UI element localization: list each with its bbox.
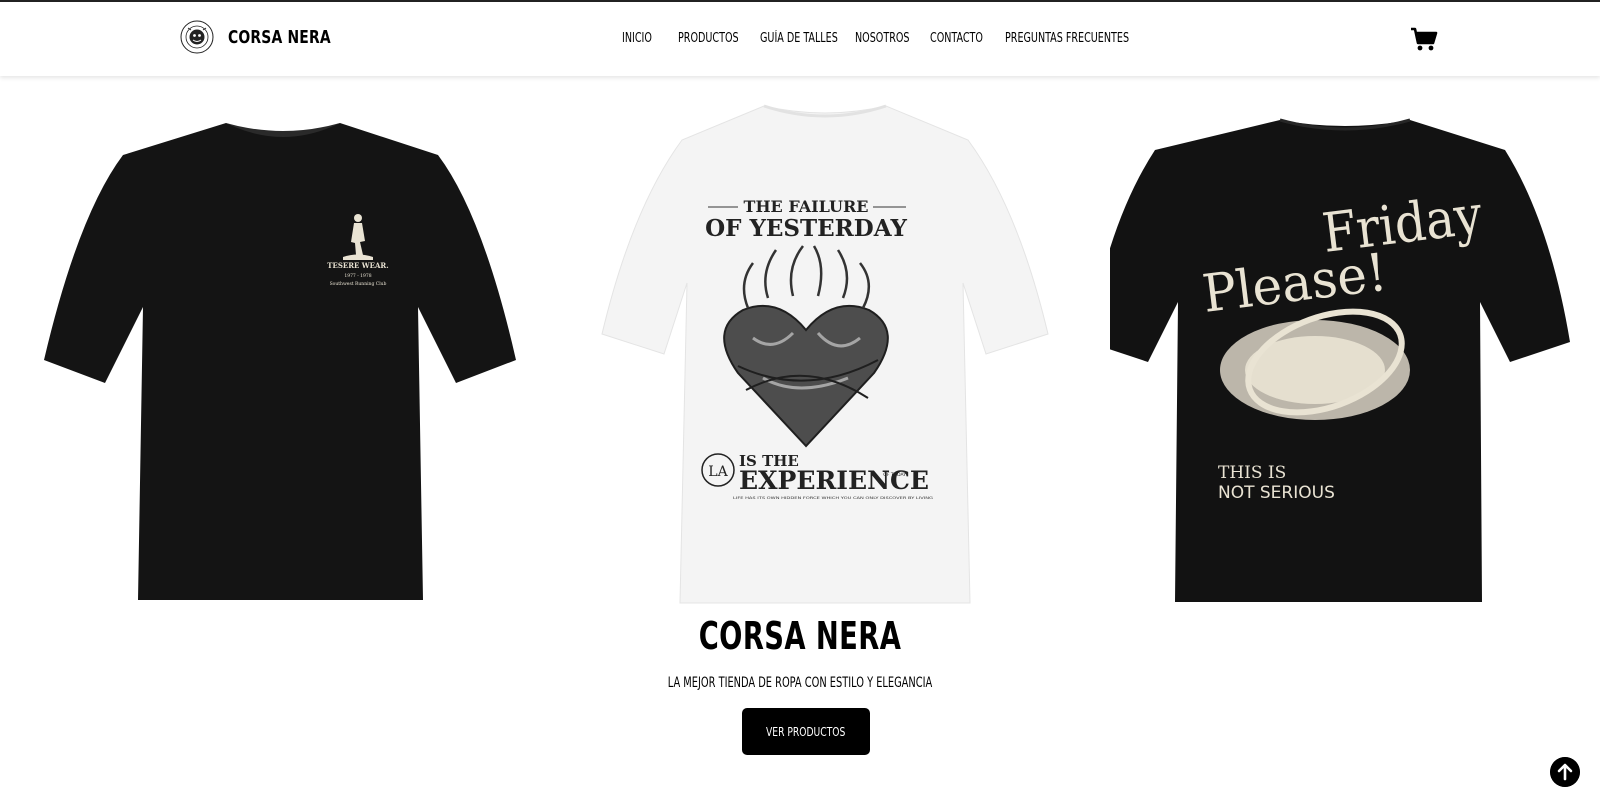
site-header: CORSA NERA INICIO PRODUCTOS GUÍA DE TALL…: [0, 2, 1600, 76]
arrow-up-icon[interactable]: [1550, 757, 1580, 787]
nav-guia-de-talles[interactable]: GUÍA DE TALLES: [760, 31, 838, 46]
main-nav: INICIO PRODUCTOS GUÍA DE TALLES NOSOTROS…: [622, 31, 1129, 46]
print-line-1: THE FAILURE: [744, 197, 869, 216]
nav-inicio[interactable]: INICIO: [622, 31, 652, 46]
brand-link[interactable]: CORSA NERA: [180, 20, 348, 54]
view-products-button-label: VER PRODUCTOS: [766, 724, 846, 739]
hero-subtitle: LA MEJOR TIENDA DE ROPA CON ESTILO Y ELE…: [667, 675, 933, 691]
nav-nosotros[interactable]: NOSOTROS: [855, 31, 910, 46]
print-years: 1977 - 1978: [344, 273, 371, 279]
hero-title: CORSA NERA: [698, 614, 902, 658]
nav-productos[interactable]: PRODUCTOS: [678, 31, 739, 46]
print-line-3: THIS IS: [1218, 463, 1286, 483]
shirt-body: [44, 123, 516, 600]
view-products-button[interactable]: VER PRODUCTOS: [742, 708, 870, 755]
print-line-4: NOT SERIOUS: [1218, 483, 1335, 503]
nav-preguntas-frecuentes[interactable]: PREGUNTAS FRECUENTES: [1005, 31, 1129, 46]
print-club: Southwest Running Club: [330, 281, 387, 287]
print-tag: OF TODAY: [883, 472, 906, 478]
print-line-4: EXPERIENCE: [739, 466, 929, 495]
shopping-cart-icon[interactable]: [1410, 26, 1438, 52]
print-line-2: OF YESTERDAY: [705, 215, 907, 242]
product-image-black-tee-front: TESERE WEAR. 1977 - 1978 Southwest Runni…: [44, 123, 516, 600]
brand-seal-icon: [180, 20, 214, 54]
nav-contacto[interactable]: CONTACTO: [930, 31, 983, 46]
product-image-white-tee-back: THE FAILURE OF YESTERDAY LA IS THE EXPER…: [601, 104, 1049, 604]
print-monogram: LA: [708, 464, 728, 480]
print-small-text: LIFE HAS ITS OWN HIDDEN FORCE WHICH YOU …: [733, 496, 933, 500]
product-image-black-tee-back: Friday Please! THIS IS NOT SERIOUS: [1110, 118, 1570, 602]
print-title: TESERE WEAR.: [327, 261, 388, 270]
brand-name: CORSA NERA: [228, 26, 331, 48]
